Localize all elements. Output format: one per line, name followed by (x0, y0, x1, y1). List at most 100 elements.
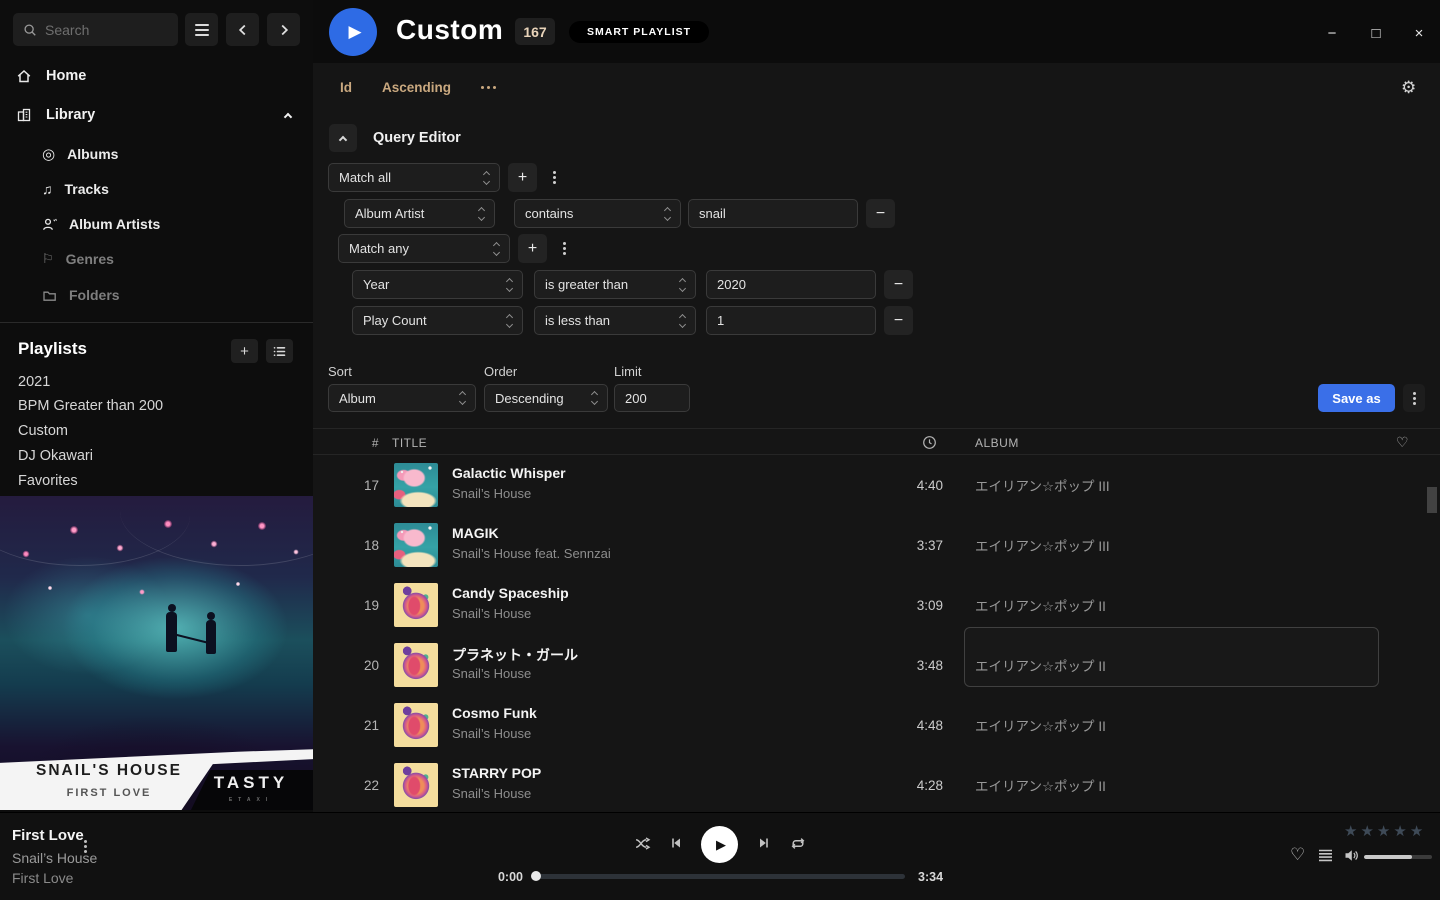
back-button[interactable] (226, 13, 259, 46)
table-row[interactable]: 21 Cosmo Funk Snail’s House 4:48 エイリアン☆ポ… (313, 695, 1440, 755)
query-menu-button[interactable] (1403, 384, 1425, 412)
play-playlist-button[interactable]: ▶ (329, 8, 377, 56)
rating-stars[interactable]: ★★★★★ (1344, 822, 1423, 840)
star-icon[interactable]: ★ (1360, 822, 1373, 840)
rule-field-select[interactable]: Year (352, 270, 523, 299)
track-artist[interactable]: Snail’s House feat. Sennzai (452, 546, 611, 561)
match-select[interactable]: Match all (328, 163, 500, 192)
search-box[interactable] (13, 13, 178, 46)
forward-button[interactable] (267, 13, 300, 46)
remove-rule-button[interactable]: − (884, 270, 913, 299)
playlist-item[interactable]: Custom (18, 419, 298, 443)
sort-direction-button[interactable]: Ascending (382, 80, 451, 95)
track-album[interactable]: エイリアン☆ポップ III (975, 515, 1375, 575)
add-rule-button[interactable]: + (508, 163, 537, 192)
track-artist[interactable]: Snail’s House (452, 486, 531, 501)
column-number[interactable]: # (343, 429, 379, 456)
column-favorite[interactable]: ♡ (1396, 429, 1409, 456)
remove-rule-button[interactable]: − (866, 199, 895, 228)
maximize-button[interactable]: □ (1364, 22, 1388, 44)
column-duration[interactable] (922, 429, 937, 456)
track-album[interactable]: エイリアン☆ポップ II (975, 755, 1375, 815)
sidebar-item-genres[interactable]: ⚐ Genres (0, 243, 313, 275)
rule-field-select[interactable]: Album Artist (344, 199, 495, 228)
now-playing-artist[interactable]: Snail’s House (12, 850, 97, 866)
table-row[interactable]: 17 Galactic Whisper Snail’s House 4:40 エ… (313, 455, 1440, 515)
track-title[interactable]: Cosmo Funk (452, 705, 537, 721)
track-album[interactable]: エイリアン☆ポップ III (975, 455, 1375, 515)
save-as-button[interactable]: Save as (1318, 384, 1395, 412)
sidebar-item-tracks[interactable]: ♫ Tracks (0, 173, 313, 205)
playlist-item[interactable]: BPM Greater than 200 (18, 394, 298, 418)
more-options-icon[interactable] (487, 86, 490, 89)
search-input[interactable] (45, 22, 155, 38)
volume-button[interactable] (1344, 848, 1360, 863)
playlist-item[interactable]: Favorites (18, 469, 298, 493)
track-album[interactable]: エイリアン☆ポップ II (975, 695, 1375, 755)
minimize-button[interactable]: − (1320, 22, 1344, 44)
now-playing-album[interactable]: First Love (12, 870, 73, 886)
rule-value-input[interactable] (717, 313, 865, 328)
playlist-item[interactable]: 2021 (18, 370, 298, 394)
star-icon[interactable]: ★ (1393, 822, 1406, 840)
sidebar-item-library[interactable]: Library (0, 98, 313, 132)
track-artist[interactable]: Snail’s House (452, 726, 531, 741)
repeat-button[interactable] (789, 835, 807, 852)
match-select[interactable]: Match any (338, 234, 510, 263)
track-artist[interactable]: Snail’s House (452, 786, 531, 801)
sort-field-button[interactable]: Id (340, 80, 352, 95)
sort-select[interactable]: Album (328, 384, 476, 412)
table-scrollbar[interactable] (1427, 487, 1437, 513)
previous-button[interactable] (669, 835, 685, 851)
rule-operator-select[interactable]: is greater than (534, 270, 696, 299)
rule-group-menu-button[interactable] (555, 234, 573, 263)
play-pause-button[interactable]: ▶ (701, 826, 738, 863)
track-artist[interactable]: Snail’s House (452, 666, 531, 681)
sidebar-item-home[interactable]: Home (0, 59, 313, 93)
sidebar-item-albums[interactable]: ◎ Albums (0, 138, 313, 170)
remove-rule-button[interactable]: − (884, 306, 913, 335)
table-row[interactable]: 18 MAGIK Snail’s House feat. Sennzai 3:3… (313, 515, 1440, 575)
track-artist[interactable]: Snail’s House (452, 606, 531, 621)
progress-knob[interactable] (531, 871, 541, 881)
table-row[interactable]: 22 STARRY POP Snail’s House 4:28 エイリアン☆ポ… (313, 755, 1440, 815)
collapse-chevron-icon[interactable] (284, 113, 292, 121)
volume-slider[interactable] (1364, 855, 1432, 859)
sidebar-item-folders[interactable]: Folders (0, 279, 313, 311)
rule-operator-select[interactable]: is less than (534, 306, 696, 335)
menu-button[interactable] (185, 13, 218, 46)
order-select[interactable]: Descending (484, 384, 608, 412)
settings-gear-icon[interactable]: ⚙ (1401, 78, 1416, 98)
track-title[interactable]: MAGIK (452, 525, 499, 541)
sidebar-item-album-artists[interactable]: Album Artists (0, 208, 313, 240)
progress-bar[interactable] (535, 874, 905, 879)
close-button[interactable]: × (1407, 22, 1431, 44)
add-rule-button[interactable]: + (518, 234, 547, 263)
now-playing-title[interactable]: First Love (12, 827, 84, 844)
star-icon[interactable]: ★ (1344, 822, 1357, 840)
track-title[interactable]: STARRY POP (452, 765, 541, 781)
playlist-list-button[interactable] (266, 339, 293, 363)
limit-input[interactable] (625, 391, 679, 406)
query-editor-collapse-button[interactable] (329, 124, 357, 152)
track-album[interactable]: エイリアン☆ポップ II (975, 575, 1375, 635)
track-title[interactable]: Candy Spaceship (452, 585, 569, 601)
rule-value-input[interactable] (717, 277, 865, 292)
next-button[interactable] (755, 835, 771, 851)
track-title[interactable]: Galactic Whisper (452, 465, 566, 481)
shuffle-button[interactable] (634, 835, 652, 852)
favorite-button[interactable]: ♡ (1290, 845, 1305, 865)
table-row[interactable]: 19 Candy Spaceship Snail’s House 3:09 エイ… (313, 575, 1440, 635)
queue-button[interactable] (1318, 849, 1333, 862)
column-album[interactable]: ALBUM (975, 429, 1019, 456)
column-title[interactable]: TITLE (392, 429, 427, 456)
playlist-item[interactable]: DJ Okawari (18, 444, 298, 468)
star-icon[interactable]: ★ (1410, 822, 1423, 840)
rule-field-select[interactable]: Play Count (352, 306, 523, 335)
now-playing-cover-art[interactable]: SNAIL'S HOUSE FIRST LOVE TASTY ETAXI (0, 496, 313, 810)
track-title[interactable]: プラネット・ガール (452, 645, 578, 665)
rule-group-menu-button[interactable] (545, 163, 563, 192)
rule-value-input[interactable] (699, 206, 847, 221)
star-icon[interactable]: ★ (1377, 822, 1390, 840)
add-playlist-button[interactable]: + (231, 339, 258, 363)
